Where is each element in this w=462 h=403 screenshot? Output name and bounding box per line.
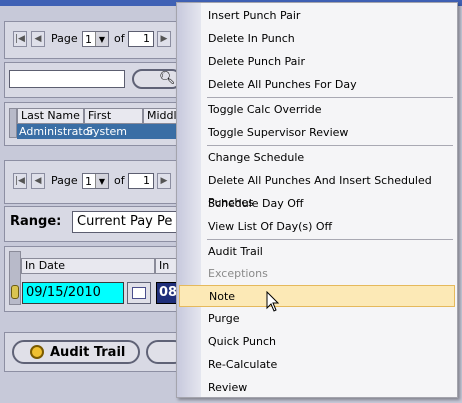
range-select[interactable]: Current Pay Pe (72, 211, 182, 233)
context-menu: Insert Punch Pair Delete In Punch Delete… (176, 2, 458, 398)
table-row-selected[interactable]: Administrator System (17, 124, 178, 139)
of-label: of (114, 32, 125, 45)
cell-last-name: Administrator (19, 125, 94, 138)
page-select-value: 1 (85, 32, 92, 46)
menu-item-toggle-supervisor-review[interactable]: Toggle Supervisor Review (177, 122, 457, 144)
page-label-2: Page (51, 174, 78, 187)
first-page-button[interactable]: |◀ (13, 31, 27, 47)
col-header-in[interactable]: In (155, 258, 178, 274)
page-select-value-2: 1 (85, 174, 92, 188)
menu-item-re-calculate[interactable]: Re-Calculate (177, 354, 457, 376)
chevron-down-icon: ▼ (95, 174, 108, 188)
total-pages-field-2: 1 (128, 173, 154, 189)
next-page-button-2[interactable]: ▶ (157, 173, 171, 189)
menu-item-toggle-calc-override[interactable]: Toggle Calc Override (177, 99, 457, 121)
col-header-in-date[interactable]: In Date (21, 258, 155, 274)
page-select-2[interactable]: 1 ▼ (82, 173, 109, 189)
audit-trail-button[interactable]: Audit Trail (12, 340, 140, 364)
menu-item-exceptions: Exceptions (208, 267, 268, 280)
menu-item-quick-punch[interactable]: Quick Punch (177, 331, 457, 353)
audit-trail-label: Audit Trail (50, 345, 126, 360)
cell-first-name: System (86, 125, 128, 138)
in-date-field[interactable]: 09/15/2010 (22, 282, 124, 304)
next-page-icon: ▶ (160, 176, 168, 186)
mouse-cursor-icon (266, 291, 280, 312)
menu-item-audit-trail[interactable]: Audit Trail (177, 241, 457, 263)
menu-item-schedule-day-off[interactable]: Schedule Day Off (177, 193, 457, 215)
prev-page-button[interactable]: ◀ (31, 31, 45, 47)
prev-page-icon: ◀ (34, 176, 42, 186)
audit-trail-icon (30, 345, 44, 359)
menu-separator (207, 97, 453, 98)
first-page-icon: |◀ (15, 34, 25, 44)
menu-item-delete-punch-pair[interactable]: Delete Punch Pair (177, 51, 457, 73)
next-page-icon: ▶ (160, 34, 168, 44)
prev-page-icon: ◀ (34, 34, 42, 44)
menu-item-delete-all-insert-scheduled[interactable]: Delete All Punches And Insert Scheduled … (177, 170, 457, 209)
prev-page-button-2[interactable]: ◀ (31, 173, 45, 189)
in-time-field[interactable]: 08 (156, 282, 178, 304)
calendar-button[interactable] (127, 282, 151, 304)
calendar-icon (132, 287, 146, 299)
menu-separator (207, 239, 453, 240)
search-input[interactable] (9, 70, 125, 88)
first-page-button-2[interactable]: |◀ (13, 173, 27, 189)
range-label: Range: (10, 214, 62, 229)
menu-item-delete-in-punch[interactable]: Delete In Punch (177, 28, 457, 50)
row-selector-column (9, 108, 17, 138)
page-select[interactable]: 1 ▼ (82, 31, 109, 47)
search-button[interactable]: 🔍︎ (132, 69, 182, 89)
col-header-first-name[interactable]: First Name (84, 108, 143, 135)
page-label: Page (51, 32, 78, 45)
total-pages-field: 1 (128, 31, 154, 47)
status-light-icon (11, 285, 19, 299)
menu-item-view-days-off[interactable]: View List Of Day(s) Off (177, 216, 457, 238)
next-page-button[interactable]: ▶ (157, 31, 171, 47)
menu-item-change-schedule[interactable]: Change Schedule (177, 147, 457, 169)
menu-item-insert-punch-pair[interactable]: Insert Punch Pair (177, 5, 457, 27)
chevron-down-icon: ▼ (95, 32, 108, 46)
of-label-2: of (114, 174, 125, 187)
menu-item-purge[interactable]: Purge (177, 308, 457, 330)
col-header-middle[interactable]: Middle (143, 108, 178, 124)
menu-item-delete-all-punches-for-day[interactable]: Delete All Punches For Day (177, 74, 457, 96)
menu-item-note[interactable]: Note (179, 285, 455, 307)
first-page-icon: |◀ (15, 176, 25, 186)
menu-separator (207, 145, 453, 146)
col-header-last-name[interactable]: Last Name (17, 108, 84, 124)
menu-item-review[interactable]: Review (177, 377, 457, 399)
search-icon: 🔍︎ (159, 71, 176, 86)
